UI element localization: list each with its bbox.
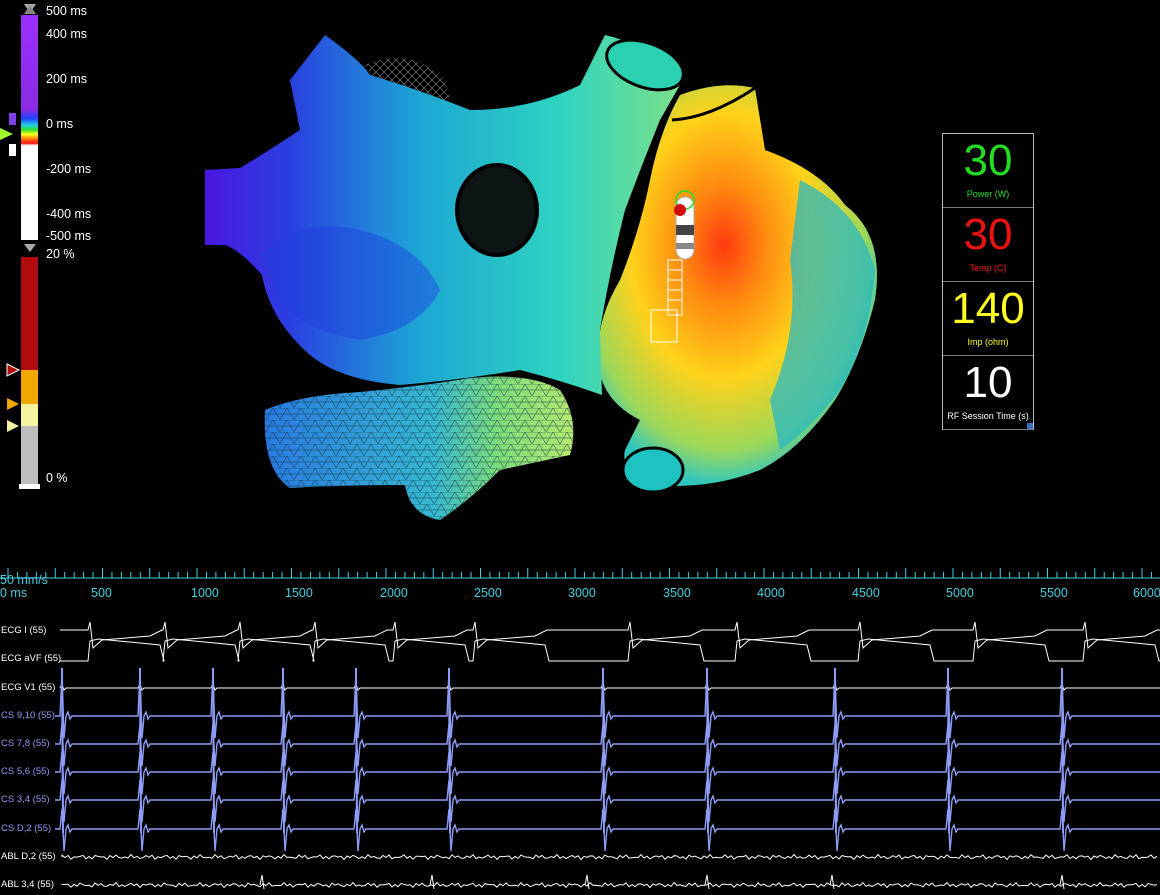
time-ruler[interactable]: 50 mm/s 0 ms 500 1000 1500 2000 2500 3000 3500…	[0, 560, 1160, 608]
time-tick-label: 4000	[757, 586, 785, 600]
channel-label[interactable]: ECG I (55)	[1, 625, 46, 636]
time-tick-label: 500	[91, 586, 112, 600]
temp-readout: 30 Temp (C)	[943, 208, 1033, 282]
latency-label-0: 0 ms	[46, 117, 74, 131]
time-tick-label: 6000	[1133, 586, 1160, 600]
resize-handle-icon[interactable]	[1027, 423, 1033, 429]
percent-label-bottom: 0 %	[46, 471, 68, 485]
latency-label-400: 400 ms	[46, 27, 87, 41]
latency-label-neg400: -400 ms	[46, 207, 92, 221]
session-time-readout: 10 RF Session Time (s)	[943, 356, 1033, 430]
latency-label-max: 500 ms	[46, 4, 87, 18]
ruler-ticks	[0, 568, 1160, 579]
waveform-panel[interactable]: ECG I (55) ECG aVF (55) ECG V1 (55) CS 9,10…	[0, 608, 1160, 895]
channel-label[interactable]: CS 9,10 (55)	[1, 710, 55, 721]
scale-bottom-arrow[interactable]	[24, 244, 36, 252]
channel-label[interactable]: ECG V1 (55)	[1, 682, 55, 693]
latency-marker-lower[interactable]	[9, 144, 16, 156]
temp-value: 30	[963, 210, 1013, 259]
vein-ostium	[621, 446, 685, 494]
channel-label[interactable]: ECG aVF (55)	[1, 653, 61, 664]
waveform-traces	[55, 621, 1160, 890]
latency-label-min: -500 ms	[46, 229, 92, 243]
latency-label-neg200: -200 ms	[46, 162, 92, 176]
channel-label[interactable]: CS 7,8 (55)	[1, 738, 50, 749]
channel-label[interactable]: CS 3,4 (55)	[1, 794, 50, 805]
time-tick-label: 3500	[663, 586, 691, 600]
sweep-speed-label: 50 mm/s	[0, 573, 48, 587]
percent-marker-orange[interactable]	[7, 398, 19, 410]
vein-ostium	[455, 163, 539, 257]
power-readout: 30 Power (W)	[943, 134, 1033, 208]
scale-panel: 500 ms 400 ms 200 ms 0 ms -200 ms -400 m…	[0, 0, 110, 495]
latency-marker-upper[interactable]	[9, 113, 16, 125]
channel-label[interactable]: ABL D,2 (55)	[1, 851, 56, 862]
channel-label[interactable]: CS 5,6 (55)	[1, 766, 50, 777]
time-start-label: 0 ms	[0, 586, 28, 600]
rf-panel: 30 Power (W) 30 Temp (C) 140 Imp (ohm) 1…	[942, 133, 1034, 430]
channel-label[interactable]: ABL 3,4 (55)	[1, 879, 54, 890]
time-tick-label: 1000	[191, 586, 219, 600]
map-view[interactable]: 500 ms 400 ms 200 ms 0 ms -200 ms -400 m…	[0, 0, 1160, 560]
vessel-mesh-wire	[264, 376, 574, 520]
power-label: Power (W)	[966, 189, 1010, 199]
time-tick-label: 5000	[946, 586, 974, 600]
impedance-value: 140	[951, 284, 1025, 333]
latency-label-200: 200 ms	[46, 72, 87, 86]
time-tick-label: 2500	[474, 586, 502, 600]
power-value: 30	[963, 136, 1013, 185]
time-tick-label: 4500	[852, 586, 880, 600]
percent-marker-red[interactable]	[6, 363, 21, 377]
impedance-readout: 140 Imp (ohm)	[943, 282, 1033, 356]
impedance-label: Imp (ohm)	[967, 337, 1009, 347]
temp-label: Temp (C)	[969, 263, 1007, 273]
time-tick-label: 2000	[380, 586, 408, 600]
time-tick-label: 1500	[285, 586, 313, 600]
time-tick-label: 5500	[1040, 586, 1068, 600]
time-tick-label: 3000	[568, 586, 596, 600]
channel-label[interactable]: CS D,2 (55)	[1, 823, 51, 834]
latency-marker[interactable]	[0, 128, 13, 140]
percent-label-top: 20 %	[46, 247, 75, 261]
session-time-label: RF Session Time (s)	[947, 411, 1029, 421]
session-time-value: 10	[963, 358, 1013, 407]
percent-marker-yellow[interactable]	[7, 420, 19, 432]
